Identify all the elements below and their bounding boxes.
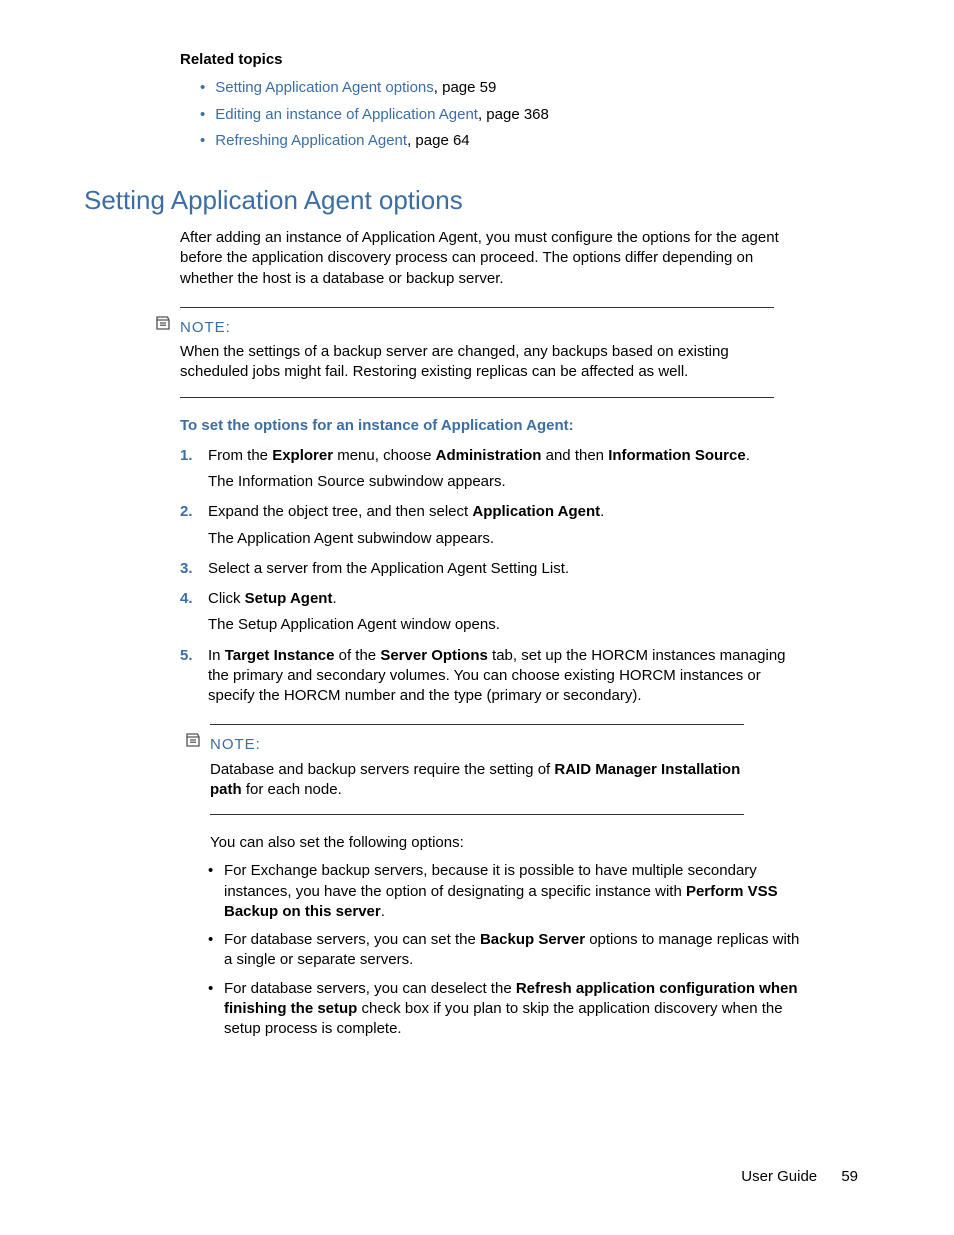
link-refreshing-agent[interactable]: Refreshing Application Agent — [215, 132, 407, 149]
step-item: 3. Select a server from the Application … — [180, 559, 804, 579]
link-editing-instance[interactable]: Editing an instance of Application Agent — [215, 106, 478, 123]
note-text: When the settings of a backup server are… — [180, 342, 774, 383]
step-text: Click Setup Agent. — [208, 590, 337, 607]
page-number: 59 — [841, 1168, 858, 1185]
step-text: In Target Instance of the Server Options… — [208, 647, 786, 705]
link-setting-options[interactable]: Setting Application Agent options — [215, 79, 434, 96]
related-topic-item: Refreshing Application Agent, page 64 — [200, 131, 834, 151]
step-number: 3. — [180, 559, 193, 579]
related-topic-item: Setting Application Agent options, page … — [200, 78, 834, 98]
related-topics-list: Setting Application Agent options, page … — [180, 78, 834, 151]
related-topic-item: Editing an instance of Application Agent… — [200, 105, 834, 125]
option-item: For database servers, you can set the Ba… — [208, 930, 804, 971]
step-item: 1. From the Explorer menu, choose Admini… — [180, 446, 804, 493]
step-number: 2. — [180, 502, 193, 522]
note-icon — [154, 314, 172, 332]
related-topics-block: Related topics Setting Application Agent… — [180, 50, 834, 151]
section-intro: After adding an instance of Application … — [180, 228, 804, 289]
step-number: 4. — [180, 589, 193, 609]
note-block: NOTE: Database and backup servers requir… — [210, 724, 744, 815]
step-item: 5. In Target Instance of the Server Opti… — [180, 646, 804, 707]
footer-title: User Guide — [741, 1168, 817, 1185]
note-label: NOTE: — [210, 735, 744, 755]
related-topics-heading: Related topics — [180, 50, 834, 70]
option-item: For Exchange backup servers, because it … — [208, 861, 804, 922]
related-topic-suffix: , page 368 — [478, 106, 549, 123]
note-label: NOTE: — [180, 318, 774, 338]
step-result: The Application Agent subwindow appears. — [208, 529, 804, 549]
options-list: For Exchange backup servers, because it … — [208, 861, 804, 1039]
note-text: Database and backup servers require the … — [210, 760, 744, 801]
steps-list: 1. From the Explorer menu, choose Admini… — [180, 446, 804, 707]
document-page: Related topics Setting Application Agent… — [0, 0, 954, 1235]
step-text: From the Explorer menu, choose Administr… — [208, 447, 750, 464]
note-icon — [184, 731, 202, 749]
related-topic-suffix: , page 59 — [434, 79, 497, 96]
step-number: 5. — [180, 646, 193, 666]
step-result: The Setup Application Agent window opens… — [208, 615, 804, 635]
step-item: 4. Click Setup Agent. The Setup Applicat… — [180, 589, 804, 636]
section-heading: Setting Application Agent options — [84, 183, 834, 218]
step-number: 1. — [180, 446, 193, 466]
step-text: Select a server from the Application Age… — [208, 560, 569, 577]
procedure-heading: To set the options for an instance of Ap… — [180, 416, 834, 436]
also-text: You can also set the following options: — [210, 833, 774, 853]
step-result: The Information Source subwindow appears… — [208, 472, 804, 492]
step-item: 2. Expand the object tree, and then sele… — [180, 502, 804, 549]
page-footer: User Guide 59 — [741, 1167, 858, 1187]
related-topic-suffix: , page 64 — [407, 132, 470, 149]
note-block: NOTE: When the settings of a backup serv… — [180, 307, 774, 398]
step-text: Expand the object tree, and then select … — [208, 503, 604, 520]
option-item: For database servers, you can deselect t… — [208, 979, 804, 1040]
